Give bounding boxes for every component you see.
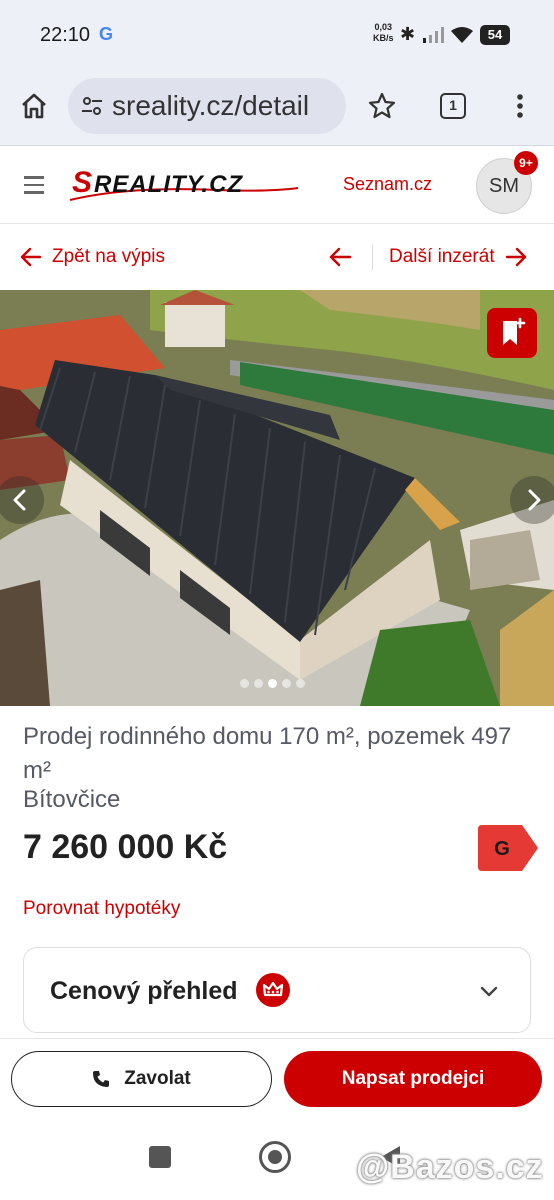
bookmark-add-icon [503,317,526,345]
gallery-next-button[interactable] [510,476,554,524]
listing-location[interactable]: Bítovčice [23,786,120,814]
star-icon[interactable] [366,90,398,122]
message-seller-button[interactable]: Napsat prodejci [284,1051,542,1107]
chevron-right-icon [528,489,541,511]
home-button-icon[interactable] [259,1141,291,1173]
status-bar: 22:10 G 0,03 KB/s ✱ 54 [0,0,554,70]
listing-photo [0,290,554,706]
call-button[interactable]: Zavolat [11,1051,272,1107]
gallery-dot[interactable] [254,679,263,688]
wifi-icon [451,27,473,43]
price-overview-title: Cenový přehled [50,977,238,1005]
bazos-watermark: @Bazos.cz [356,1148,544,1186]
google-icon: G [99,24,114,44]
site-header: S REALITY.CZ Seznam.cz SM 9+ [0,146,554,224]
nav-divider [372,244,373,270]
url-text: sreality.cz/detail [112,90,310,121]
status-time: 22:10 [40,24,91,46]
system-navigation-bar: @Bazos.cz [0,1116,554,1200]
signal-icon [423,27,444,43]
photo-gallery[interactable] [0,290,554,706]
notification-badge: 9+ [514,151,538,175]
network-speed: 0,03 KB/s [373,22,394,44]
network-speed-unit: KB/s [373,33,394,43]
listing-price: 7 260 000 Kč [23,828,228,866]
sreality-logo[interactable]: S REALITY.CZ [68,162,300,206]
phone-icon [93,1071,110,1087]
svg-text:S: S [72,166,92,199]
more-menu-icon[interactable] [508,90,532,122]
bluetooth-icon: ✱ [400,24,416,44]
network-speed-value: 0,03 [374,22,393,32]
next-listing-label: Další inzerát [389,246,495,267]
back-to-list-label: Zpět na výpis [52,246,165,267]
gallery-dot[interactable] [240,679,249,688]
home-icon[interactable] [18,90,50,122]
contact-action-bar: Zavolat Napsat prodejci [0,1038,554,1116]
gallery-dot[interactable] [282,679,291,688]
arrow-right-icon [505,247,526,267]
price-overview-card[interactable]: Cenový přehled [23,947,531,1033]
gallery-prev-button[interactable] [0,476,44,524]
crown-icon [256,973,290,1007]
previous-listing-icon[interactable] [328,246,352,268]
back-to-list-link[interactable]: Zpět na výpis [20,246,165,268]
site-settings-icon[interactable] [80,94,104,118]
save-listing-button[interactable] [487,308,537,358]
message-seller-label: Napsat prodejci [341,1068,485,1089]
recent-apps-icon[interactable] [149,1146,171,1168]
chevron-left-icon [13,489,26,511]
energy-class-label: G [494,838,510,860]
gallery-dot[interactable] [268,679,277,688]
chevron-down-icon [480,986,498,997]
hamburger-menu-icon[interactable] [24,176,44,194]
seznam-link[interactable]: Seznam.cz [343,174,432,195]
call-label: Zavolat [124,1068,191,1089]
browser-toolbar: sreality.cz/detail 1 [0,70,554,146]
address-bar[interactable]: sreality.cz/detail [68,78,346,134]
gallery-pagination [240,679,305,688]
arrow-left-icon [20,247,42,267]
svg-text:REALITY.CZ: REALITY.CZ [94,171,243,198]
gallery-dot[interactable] [296,679,305,688]
compare-mortgages-link[interactable]: Porovnat hypotéky [23,898,180,920]
energy-class-badge[interactable]: G [478,825,538,871]
tabs-icon[interactable]: 1 [440,93,466,119]
listing-title: Prodej rodinného domu 170 m², pozemek 49… [23,723,512,784]
battery-icon: 54 [480,25,510,45]
listing-navigation: Zpět na výpis Další inzerát [0,224,554,290]
next-listing-link[interactable]: Další inzerát [389,246,527,268]
